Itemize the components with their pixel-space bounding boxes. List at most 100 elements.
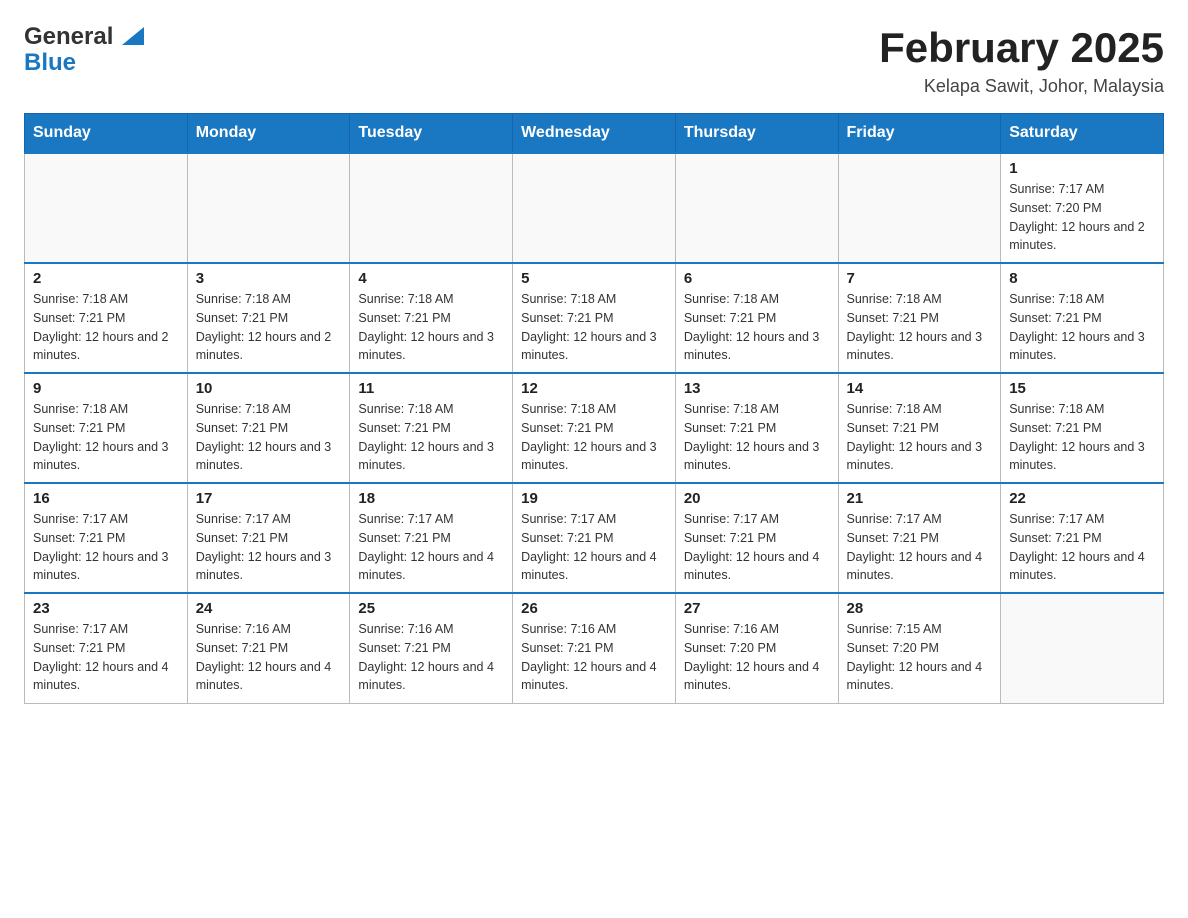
day-info: Sunrise: 7:18 AMSunset: 7:21 PMDaylight:… [847,400,993,475]
calendar-cell: 28 Sunrise: 7:15 AMSunset: 7:20 PMDayligh… [838,593,1001,703]
day-info: Sunrise: 7:15 AMSunset: 7:20 PMDaylight:… [847,620,993,695]
weekday-header-monday: Monday [187,114,350,154]
day-number: 1 [1009,160,1155,177]
day-number: 25 [358,600,504,617]
day-number: 9 [33,380,179,397]
calendar-cell [25,153,188,263]
day-info: Sunrise: 7:18 AMSunset: 7:21 PMDaylight:… [33,400,179,475]
day-number: 17 [196,490,342,507]
day-number: 6 [684,270,830,287]
weekday-header-friday: Friday [838,114,1001,154]
day-info: Sunrise: 7:17 AMSunset: 7:21 PMDaylight:… [196,510,342,585]
weekday-header-saturday: Saturday [1001,114,1164,154]
day-info: Sunrise: 7:17 AMSunset: 7:21 PMDaylight:… [521,510,667,585]
calendar-week-row: 1Sunrise: 7:17 AMSunset: 7:20 PMDaylight… [25,153,1164,263]
calendar-cell: 27 Sunrise: 7:16 AMSunset: 7:20 PMDayligh… [675,593,838,703]
day-info: Sunrise: 7:18 AMSunset: 7:21 PMDaylight:… [196,400,342,475]
day-info: Sunrise: 7:18 AMSunset: 7:21 PMDaylight:… [521,290,667,365]
day-number: 14 [847,380,993,397]
day-info: Sunrise: 7:17 AMSunset: 7:21 PMDaylight:… [358,510,504,585]
calendar-week-row: 2 Sunrise: 7:18 AMSunset: 7:21 PMDaylight… [25,263,1164,373]
calendar-cell: 18 Sunrise: 7:17 AMSunset: 7:21 PMDayligh… [350,483,513,593]
calendar-cell: 26 Sunrise: 7:16 AMSunset: 7:21 PMDayligh… [513,593,676,703]
calendar-cell: 15 Sunrise: 7:18 AMSunset: 7:21 PMDayligh… [1001,373,1164,483]
page-header: General Blue February 2025 Kelapa Sawit,… [24,24,1164,97]
calendar-cell: 5 Sunrise: 7:18 AMSunset: 7:21 PMDaylight… [513,263,676,373]
calendar-cell: 1Sunrise: 7:17 AMSunset: 7:20 PMDaylight… [1001,153,1164,263]
calendar-week-row: 16 Sunrise: 7:17 AMSunset: 7:21 PMDayligh… [25,483,1164,593]
day-info: Sunrise: 7:18 AMSunset: 7:21 PMDaylight:… [358,290,504,365]
day-number: 3 [196,270,342,287]
weekday-header-row: SundayMondayTuesdayWednesdayThursdayFrid… [25,114,1164,154]
day-number: 4 [358,270,504,287]
calendar-cell: 25 Sunrise: 7:16 AMSunset: 7:21 PMDayligh… [350,593,513,703]
calendar-cell [350,153,513,263]
day-number: 5 [521,270,667,287]
calendar-cell [513,153,676,263]
calendar-subtitle: Kelapa Sawit, Johor, Malaysia [879,76,1164,97]
day-info: Sunrise: 7:17 AMSunset: 7:21 PMDaylight:… [684,510,830,585]
day-number: 7 [847,270,993,287]
title-area: February 2025 Kelapa Sawit, Johor, Malay… [879,24,1164,97]
day-number: 2 [33,270,179,287]
calendar-cell: 7 Sunrise: 7:18 AMSunset: 7:21 PMDaylight… [838,263,1001,373]
day-number: 20 [684,490,830,507]
day-number: 26 [521,600,667,617]
day-info: Sunrise: 7:18 AMSunset: 7:21 PMDaylight:… [358,400,504,475]
calendar-cell: 21Sunrise: 7:17 AMSunset: 7:21 PMDayligh… [838,483,1001,593]
calendar-cell [187,153,350,263]
logo-triangle-icon [122,27,144,45]
day-info: Sunrise: 7:16 AMSunset: 7:20 PMDaylight:… [684,620,830,695]
calendar-cell [838,153,1001,263]
day-info: Sunrise: 7:18 AMSunset: 7:21 PMDaylight:… [847,290,993,365]
calendar-cell: 2 Sunrise: 7:18 AMSunset: 7:21 PMDaylight… [25,263,188,373]
calendar-table: SundayMondayTuesdayWednesdayThursdayFrid… [24,113,1164,704]
calendar-cell: 13 Sunrise: 7:18 AMSunset: 7:21 PMDayligh… [675,373,838,483]
day-number: 19 [521,490,667,507]
day-number: 13 [684,380,830,397]
calendar-title: February 2025 [879,24,1164,72]
weekday-header-thursday: Thursday [675,114,838,154]
day-number: 12 [521,380,667,397]
day-number: 10 [196,380,342,397]
day-number: 27 [684,600,830,617]
calendar-cell: 11 Sunrise: 7:18 AMSunset: 7:21 PMDayligh… [350,373,513,483]
day-info: Sunrise: 7:18 AMSunset: 7:21 PMDaylight:… [1009,290,1155,365]
day-info: Sunrise: 7:17 AMSunset: 7:21 PMDaylight:… [33,510,179,585]
day-info: Sunrise: 7:18 AMSunset: 7:21 PMDaylight:… [521,400,667,475]
day-number: 24 [196,600,342,617]
calendar-cell: 24Sunrise: 7:16 AMSunset: 7:21 PMDayligh… [187,593,350,703]
calendar-week-row: 23 Sunrise: 7:17 AMSunset: 7:21 PMDayligh… [25,593,1164,703]
calendar-cell: 12 Sunrise: 7:18 AMSunset: 7:21 PMDayligh… [513,373,676,483]
calendar-cell: 9 Sunrise: 7:18 AMSunset: 7:21 PMDaylight… [25,373,188,483]
logo-blue-text: Blue [24,49,76,76]
weekday-header-wednesday: Wednesday [513,114,676,154]
day-info: Sunrise: 7:18 AMSunset: 7:21 PMDaylight:… [196,290,342,365]
calendar-cell: 23 Sunrise: 7:17 AMSunset: 7:21 PMDayligh… [25,593,188,703]
calendar-cell: 17 Sunrise: 7:17 AMSunset: 7:21 PMDayligh… [187,483,350,593]
calendar-week-row: 9 Sunrise: 7:18 AMSunset: 7:21 PMDaylight… [25,373,1164,483]
day-number: 15 [1009,380,1155,397]
logo-text: General Blue [24,24,144,77]
day-number: 11 [358,380,504,397]
day-number: 28 [847,600,993,617]
weekday-header-tuesday: Tuesday [350,114,513,154]
day-info: Sunrise: 7:17 AMSunset: 7:21 PMDaylight:… [33,620,179,695]
day-info: Sunrise: 7:18 AMSunset: 7:21 PMDaylight:… [33,290,179,365]
calendar-cell [1001,593,1164,703]
calendar-cell [675,153,838,263]
day-number: 21 [847,490,993,507]
day-info: Sunrise: 7:17 AMSunset: 7:21 PMDaylight:… [1009,510,1155,585]
day-info: Sunrise: 7:16 AMSunset: 7:21 PMDaylight:… [358,620,504,695]
day-info: Sunrise: 7:16 AMSunset: 7:21 PMDaylight:… [521,620,667,695]
day-number: 22 [1009,490,1155,507]
day-info: Sunrise: 7:18 AMSunset: 7:21 PMDaylight:… [684,290,830,365]
logo: General Blue [24,24,144,77]
day-number: 16 [33,490,179,507]
calendar-cell: 14 Sunrise: 7:18 AMSunset: 7:21 PMDayligh… [838,373,1001,483]
day-info: Sunrise: 7:18 AMSunset: 7:21 PMDaylight:… [1009,400,1155,475]
day-info: Sunrise: 7:18 AMSunset: 7:21 PMDaylight:… [684,400,830,475]
day-number: 23 [33,600,179,617]
calendar-cell: 22 Sunrise: 7:17 AMSunset: 7:21 PMDayligh… [1001,483,1164,593]
day-number: 18 [358,490,504,507]
